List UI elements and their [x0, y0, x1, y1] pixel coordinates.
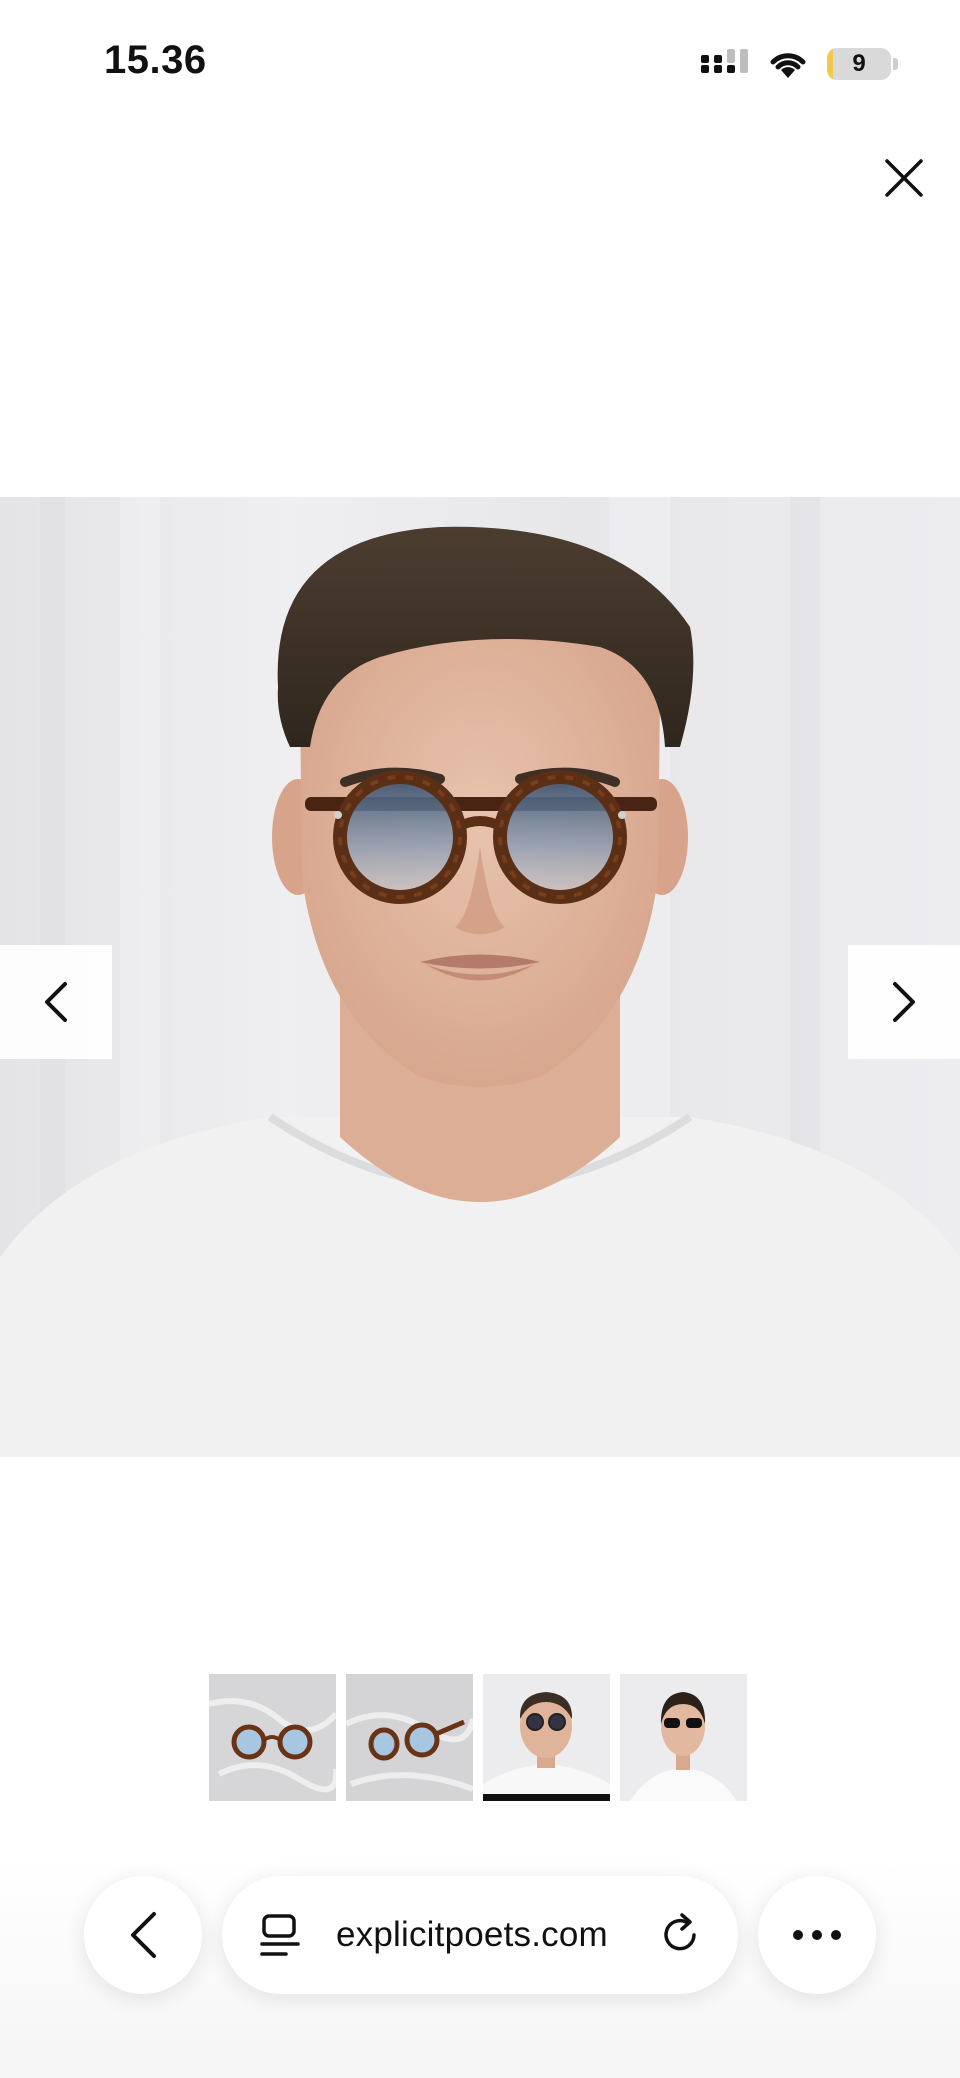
product-photo[interactable]: [0, 497, 960, 1457]
status-time: 15.36: [104, 38, 207, 82]
status-bar: 15.36 9: [0, 0, 960, 120]
battery-cap: [893, 58, 898, 70]
thumbnail-glasses-angle[interactable]: [346, 1674, 473, 1801]
page-menu-icon[interactable]: [260, 1914, 300, 1958]
more-options-button[interactable]: [758, 1876, 876, 1994]
reload-icon[interactable]: [660, 1913, 702, 1957]
thumbnail-strip: [209, 1674, 747, 1801]
thumbnail-male-model[interactable]: [483, 1674, 610, 1801]
battery-icon: 9: [827, 48, 891, 80]
browser-back-button[interactable]: [84, 1876, 202, 1994]
thumbnail-female-model[interactable]: [620, 1674, 747, 1801]
chevron-left-icon: [131, 1912, 156, 1958]
previous-image-button[interactable]: [0, 945, 112, 1059]
close-icon: [885, 159, 923, 197]
wifi-icon: [770, 53, 806, 78]
address-bar[interactable]: explicitpoets.com: [222, 1876, 738, 1994]
more-dots-icon: [793, 1930, 841, 1940]
chevron-right-icon: [893, 982, 915, 1022]
battery-level: 9: [852, 50, 866, 77]
next-image-button[interactable]: [848, 945, 960, 1059]
cellular-signal-icon: [701, 49, 748, 73]
browser-toolbar: explicitpoets.com: [0, 1860, 960, 2078]
url-text: explicitpoets.com: [336, 1915, 608, 1954]
thumbnail-glasses-front[interactable]: [209, 1674, 336, 1801]
chevron-left-icon: [45, 982, 67, 1022]
close-button[interactable]: [876, 150, 932, 206]
status-icons: 9: [701, 44, 898, 84]
